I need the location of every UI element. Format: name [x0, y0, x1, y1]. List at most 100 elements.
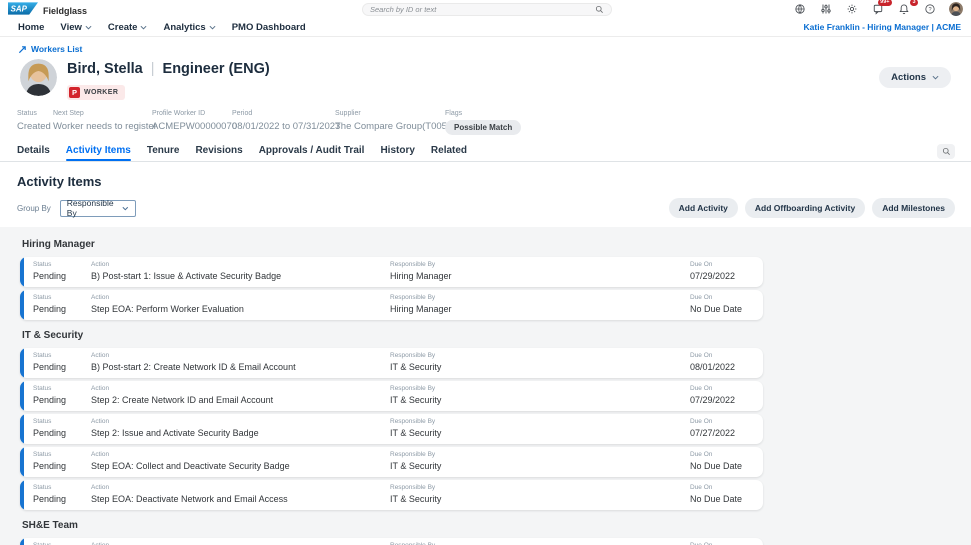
column-label-due: Due On — [690, 385, 763, 392]
column-label-action: Action — [91, 261, 390, 268]
column-label-responsible: Responsible By — [390, 294, 690, 301]
top-bar: SAP Fieldglass 99+ — [0, 0, 971, 19]
field-value: Created — [17, 121, 51, 132]
column-label-action: Action — [91, 294, 390, 301]
group-header: SH&E Team — [22, 520, 971, 531]
nav-item-pmo-dashboard[interactable]: PMO Dashboard — [232, 22, 306, 33]
user-avatar[interactable] — [949, 2, 963, 16]
status-column: Status Pending — [33, 257, 91, 287]
chevron-down-icon — [209, 25, 216, 30]
nav-label: Analytics — [163, 22, 205, 33]
responsible-column: Responsible By IT & Security — [390, 381, 690, 411]
tab-history[interactable]: History — [380, 145, 414, 161]
tab-revisions[interactable]: Revisions — [195, 145, 242, 161]
nav-label: Create — [108, 22, 138, 33]
help-icon[interactable]: ? — [923, 3, 936, 16]
actions-button[interactable]: Actions — [879, 67, 951, 88]
status-column: Status Pending — [33, 290, 91, 320]
nav-item-view[interactable]: View — [60, 22, 91, 33]
status-column: Status Pending — [33, 348, 91, 378]
user-context-link[interactable]: Katie Franklin - Hiring Manager | ACME — [804, 22, 961, 32]
messages-icon[interactable]: 99+ — [871, 3, 884, 16]
app-window: SAP Fieldglass 99+ — [0, 0, 971, 545]
activity-group: IT & Security Status Pending Action B) P… — [0, 330, 971, 510]
activity-row[interactable]: Status Action Responsible By Due On — [20, 538, 763, 545]
field-label: Profile Worker ID — [152, 110, 237, 117]
status-column: Status Pending — [33, 414, 91, 444]
field-value: The Compare Group(T005) — [335, 121, 450, 132]
group-by-label: Group By — [17, 204, 51, 213]
due-column: Due On 07/27/2022 — [690, 414, 763, 444]
activity-action: Step EOA: Deactivate Network and Email A… — [91, 494, 390, 504]
activity-row[interactable]: Status Pending Action B) Post-start 2: C… — [20, 348, 763, 378]
activity-row[interactable]: Status Pending Action Step EOA: Perform … — [20, 290, 763, 320]
nav-item-analytics[interactable]: Analytics — [163, 22, 215, 33]
add-milestones-button[interactable]: Add Milestones — [872, 198, 955, 218]
activity-row[interactable]: Status Pending Action Step 2: Create Net… — [20, 381, 763, 411]
activity-groups: Hiring Manager Status Pending Action B) … — [0, 227, 971, 545]
globe-icon[interactable] — [793, 3, 806, 16]
tab-details[interactable]: Details — [17, 145, 50, 161]
activity-row[interactable]: Status Pending Action B) Post-start 1: I… — [20, 257, 763, 287]
search-input[interactable] — [370, 5, 595, 14]
activity-row[interactable]: Status Pending Action Step 2: Issue and … — [20, 414, 763, 444]
column-label-responsible: Responsible By — [390, 484, 690, 491]
due-column: Due On No Due Date — [690, 480, 763, 510]
status-column: Status — [33, 538, 91, 545]
activity-action: Step EOA: Collect and Deactivate Securit… — [91, 461, 390, 471]
nav-item-home[interactable]: Home — [18, 22, 44, 33]
tab-tenure[interactable]: Tenure — [147, 145, 180, 161]
tab-related[interactable]: Related — [431, 145, 467, 161]
worker-summary: Status Created Next Step Worker needs to… — [0, 110, 971, 141]
summary-field-supplier: Supplier The Compare Group(T005) — [335, 110, 450, 132]
nav-label: Home — [18, 22, 44, 33]
responsible-column: Responsible By Hiring Manager — [390, 290, 690, 320]
column-label-due: Due On — [690, 484, 763, 491]
nav-item-create[interactable]: Create — [108, 22, 148, 33]
responsible-column: Responsible By IT & Security — [390, 447, 690, 477]
breadcrumb[interactable]: Workers List — [18, 44, 971, 54]
activity-row[interactable]: Status Pending Action Step EOA: Deactiva… — [20, 480, 763, 510]
activity-action: B) Post-start 2: Create Network ID & Ema… — [91, 362, 390, 372]
activity-action: B) Post-start 1: Issue & Activate Securi… — [91, 271, 390, 281]
field-label: Period — [232, 110, 340, 117]
column-label-due: Due On — [690, 451, 763, 458]
group-by-select[interactable]: Responsible By — [60, 200, 136, 217]
bell-icon[interactable]: 3 — [897, 3, 910, 16]
activity-status: Pending — [33, 362, 91, 372]
field-label: Next Step — [53, 110, 157, 117]
activity-action: Step 2: Create Network ID and Email Acco… — [91, 395, 390, 405]
column-label-due: Due On — [690, 261, 763, 268]
column-label-action: Action — [91, 418, 390, 425]
tab-activity-items[interactable]: Activity Items — [66, 145, 131, 161]
search-icon[interactable] — [595, 1, 604, 19]
sliders-icon[interactable] — [819, 3, 832, 16]
add-offboarding-activity-button[interactable]: Add Offboarding Activity — [745, 198, 865, 218]
tab-approvals-audit-trail[interactable]: Approvals / Audit Trail — [259, 145, 365, 161]
tab-search-button[interactable] — [937, 144, 955, 159]
activity-row[interactable]: Status Pending Action Step EOA: Collect … — [20, 447, 763, 477]
chevron-down-icon — [140, 25, 147, 30]
field-value: ACMEPW00000070 — [152, 121, 237, 132]
status-accent-bar — [20, 290, 24, 320]
status-accent-bar — [20, 480, 24, 510]
due-column: Due On 08/01/2022 — [690, 348, 763, 378]
field-label: Status — [17, 110, 51, 117]
svg-text:SAP: SAP — [11, 4, 28, 13]
worker-type-badge: P WORKER — [67, 85, 125, 100]
status-accent-bar — [20, 538, 24, 545]
group-by-value: Responsible By — [67, 198, 122, 218]
gear-icon[interactable] — [845, 3, 858, 16]
column-label-responsible: Responsible By — [390, 352, 690, 359]
responsible-column: Responsible By — [390, 538, 690, 545]
activity-responsible: IT & Security — [390, 428, 690, 438]
global-search[interactable] — [362, 3, 612, 16]
group-header: Hiring Manager — [22, 239, 971, 250]
activity-due: No Due Date — [690, 304, 763, 314]
add-activity-button[interactable]: Add Activity — [669, 198, 738, 218]
chevron-down-icon — [932, 75, 939, 80]
status-accent-bar — [20, 447, 24, 477]
worker-name: Bird, Stella — [67, 61, 143, 77]
name-separator: | — [151, 61, 155, 77]
activity-toolbar: Group By Responsible By Add Activity Add… — [17, 198, 955, 218]
